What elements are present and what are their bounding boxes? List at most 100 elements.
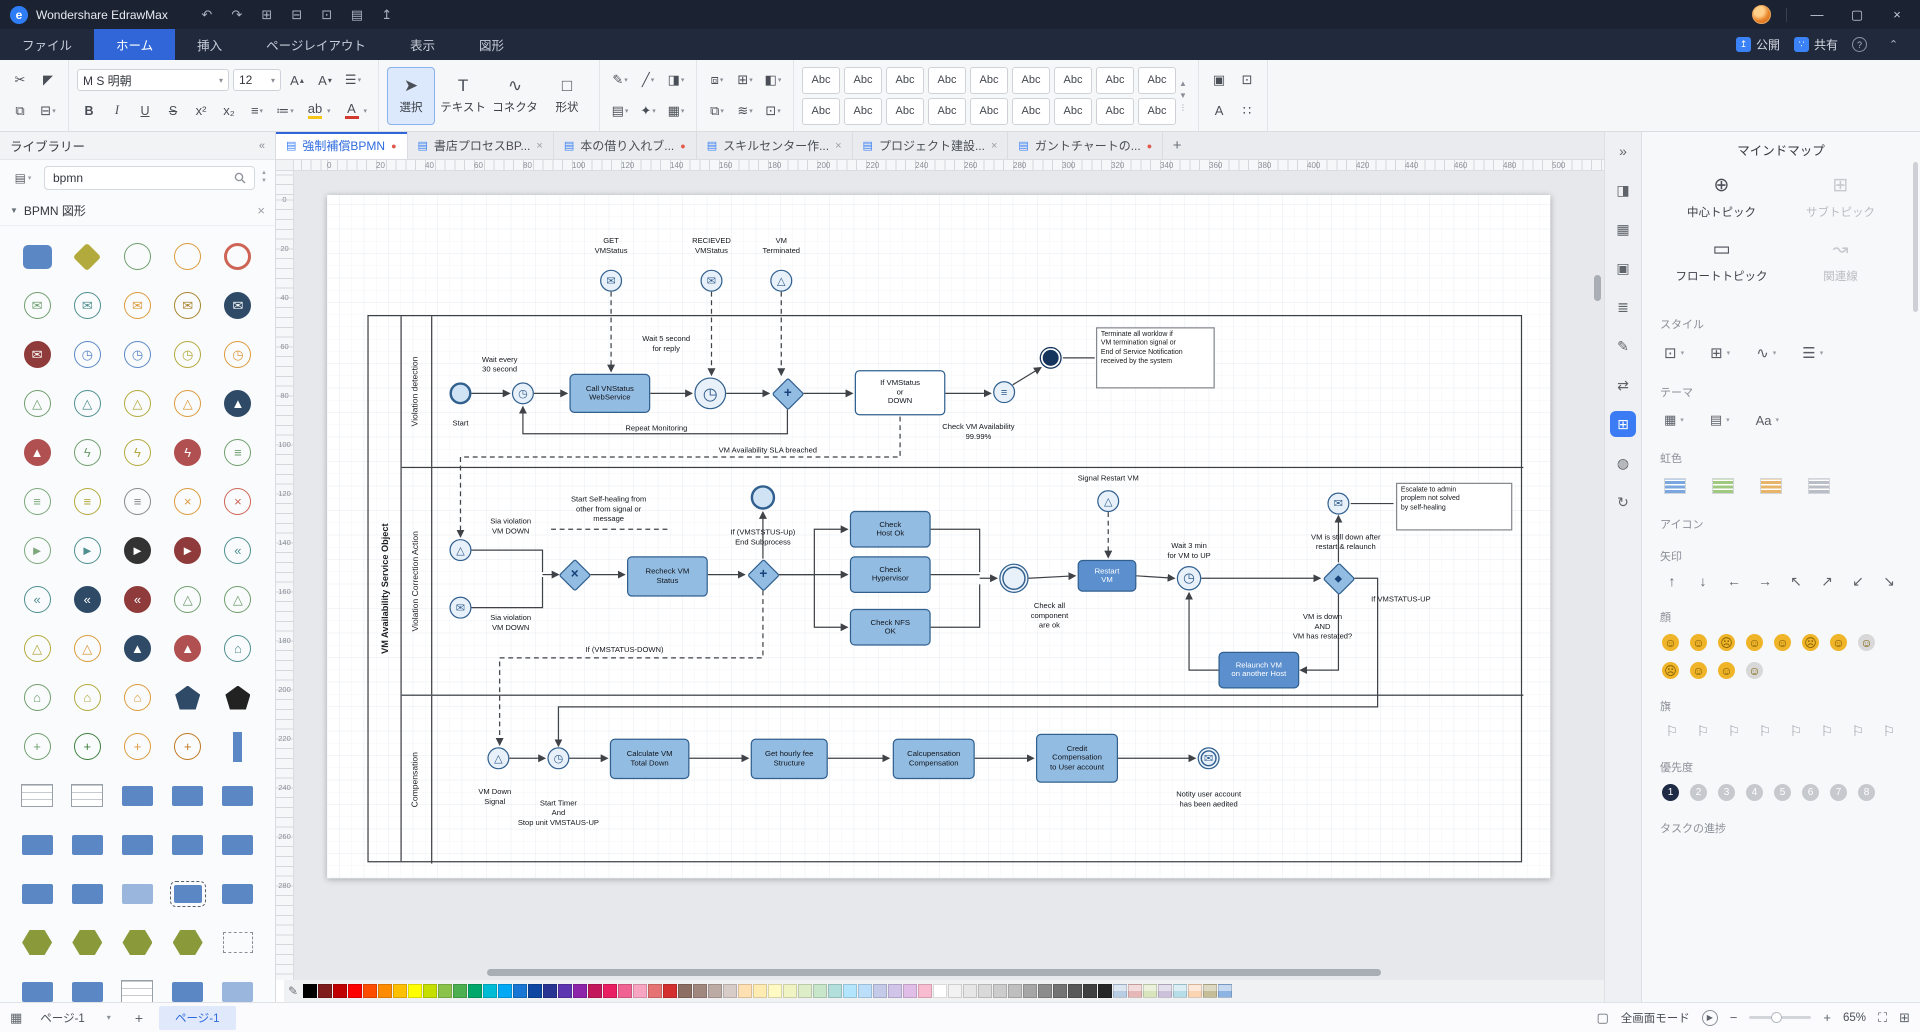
- group-button[interactable]: ⧉▾: [705, 99, 729, 123]
- arrow-icon[interactable]: →: [1755, 573, 1775, 590]
- face-icon[interactable]: ☹: [1718, 634, 1735, 651]
- priority-icon[interactable]: 8: [1858, 784, 1875, 801]
- style-preset[interactable]: Abc: [1138, 98, 1176, 125]
- style-preset[interactable]: Abc: [1054, 98, 1092, 125]
- redo-icon[interactable]: ↷: [224, 4, 250, 26]
- color-swatch[interactable]: [1023, 984, 1037, 998]
- style-preset[interactable]: Abc: [802, 98, 840, 125]
- library-shape[interactable]: △: [67, 384, 107, 424]
- library-shape[interactable]: ≡: [67, 482, 107, 522]
- color-swatch[interactable]: [633, 984, 647, 998]
- central-topic-button[interactable]: ⊕ 中心トピック: [1662, 174, 1781, 220]
- color-swatch[interactable]: [1068, 984, 1082, 998]
- diagram-task[interactable]: Relaunch VM on another Host: [1218, 652, 1299, 689]
- library-shape[interactable]: ×: [218, 482, 258, 522]
- flag-icon[interactable]: ⚐: [1786, 723, 1806, 740]
- ribbon-tab[interactable]: 図形: [457, 29, 526, 60]
- fill-button[interactable]: ▤▾: [608, 99, 632, 123]
- doc-tab[interactable]: ▤ ガントチャートの... ●: [1008, 132, 1163, 159]
- color-swatch[interactable]: [1173, 984, 1187, 998]
- color-swatch[interactable]: [978, 984, 992, 998]
- align-button[interactable]: ☰▾: [341, 68, 365, 92]
- shadow-button[interactable]: ◨▾: [664, 68, 688, 92]
- expand-panel-icon[interactable]: »: [1610, 138, 1636, 164]
- diagram-task[interactable]: Check Host Ok: [850, 511, 931, 548]
- flag-icon[interactable]: ⚐: [1817, 723, 1837, 740]
- style-option[interactable]: ⊞▾: [1710, 344, 1730, 362]
- float-topic-button[interactable]: ▭ フロートトピック: [1662, 238, 1781, 284]
- list-button[interactable]: ≔▾: [273, 99, 297, 123]
- style-preset[interactable]: Abc: [1012, 98, 1050, 125]
- diagram-annotation[interactable]: Terminate all worklow if VM termination …: [1096, 327, 1215, 388]
- color-swatch[interactable]: [438, 984, 452, 998]
- minimize-button[interactable]: —: [1802, 3, 1832, 27]
- face-icon[interactable]: ☺: [1746, 662, 1763, 679]
- export-icon[interactable]: ↥: [374, 4, 400, 26]
- replace-icon[interactable]: ⇄: [1610, 372, 1636, 398]
- paste-button[interactable]: ⊟▾: [36, 99, 60, 123]
- style-preset[interactable]: Abc: [1012, 67, 1050, 94]
- arrow-icon[interactable]: ↓: [1693, 573, 1713, 590]
- canvas[interactable]: VM Availability Service ObjectViolation …: [294, 171, 1604, 980]
- layers-icon[interactable]: ≣: [1610, 294, 1636, 320]
- copy-button[interactable]: ⧉: [8, 99, 32, 123]
- library-selector[interactable]: ▤▾: [8, 166, 38, 190]
- face-icon[interactable]: ☺: [1830, 634, 1847, 651]
- library-shape[interactable]: [117, 874, 157, 914]
- library-shape[interactable]: +: [117, 727, 157, 767]
- doc-tab[interactable]: ▤ プロジェクト建設... ×: [853, 132, 1009, 159]
- ribbon-tab[interactable]: ページレイアウト: [244, 29, 388, 60]
- diagram-task[interactable]: Credit Compensation to User account: [1036, 734, 1118, 783]
- effect-button[interactable]: ✦▾: [636, 99, 660, 123]
- style-preset[interactable]: Abc: [928, 67, 966, 94]
- library-shape[interactable]: [117, 237, 157, 277]
- undo-icon[interactable]: ↶: [194, 4, 220, 26]
- library-shape[interactable]: [117, 972, 157, 1003]
- color-swatch[interactable]: [663, 984, 677, 998]
- library-shape[interactable]: ✉: [168, 286, 208, 326]
- bold-button[interactable]: B: [77, 99, 101, 123]
- diagram-event[interactable]: [1040, 347, 1062, 369]
- pattern-button[interactable]: ▦▾: [664, 99, 688, 123]
- color-swatch[interactable]: [1158, 984, 1172, 998]
- library-shape[interactable]: △: [17, 629, 57, 669]
- color-swatch[interactable]: [468, 984, 482, 998]
- panel-scrollbar[interactable]: [1913, 162, 1918, 312]
- flag-icon[interactable]: ⚐: [1693, 723, 1713, 740]
- library-shape[interactable]: [168, 237, 208, 277]
- style-preset[interactable]: Abc: [886, 67, 924, 94]
- library-shape[interactable]: +: [67, 727, 107, 767]
- color-swatch[interactable]: [513, 984, 527, 998]
- library-shape[interactable]: ◷: [218, 335, 258, 375]
- lock-button[interactable]: ⊡▾: [761, 99, 785, 123]
- face-icon[interactable]: ☹: [1802, 634, 1819, 651]
- arrow-icon[interactable]: ↗: [1817, 573, 1837, 590]
- replace-image-button[interactable]: ▣: [1207, 68, 1231, 92]
- color-swatch[interactable]: [1113, 984, 1127, 998]
- library-shape[interactable]: △: [168, 580, 208, 620]
- library-shape[interactable]: [168, 874, 208, 914]
- library-shape[interactable]: ▲: [17, 433, 57, 473]
- cut-button[interactable]: ✂: [8, 68, 32, 92]
- library-shape[interactable]: ✉: [67, 286, 107, 326]
- diagram-event[interactable]: ◷: [547, 747, 569, 769]
- library-shape[interactable]: [67, 972, 107, 1003]
- flag-icon[interactable]: ⚐: [1848, 723, 1868, 740]
- color-swatch[interactable]: [993, 984, 1007, 998]
- underline-button[interactable]: U: [133, 99, 157, 123]
- ribbon-tab[interactable]: ファイル: [0, 29, 94, 60]
- tab-close-or-dirty-icon[interactable]: ×: [835, 140, 841, 152]
- add-page-button[interactable]: +: [129, 1010, 149, 1026]
- style-preset[interactable]: Abc: [1138, 67, 1176, 94]
- library-shape[interactable]: ▲: [218, 384, 258, 424]
- print-icon[interactable]: ▤: [344, 4, 370, 26]
- face-icon[interactable]: ☺: [1858, 634, 1875, 651]
- diagram-event[interactable]: ◷: [512, 382, 534, 404]
- diagram-task[interactable]: If VMStatus or DOWN: [855, 370, 946, 415]
- rainbow-option[interactable]: [1808, 478, 1830, 494]
- comment-icon[interactable]: ◍: [1610, 450, 1636, 476]
- color-swatch[interactable]: [348, 984, 362, 998]
- save-icon[interactable]: ⊡: [314, 4, 340, 26]
- style-option[interactable]: ☰▾: [1802, 344, 1823, 362]
- color-swatch[interactable]: [543, 984, 557, 998]
